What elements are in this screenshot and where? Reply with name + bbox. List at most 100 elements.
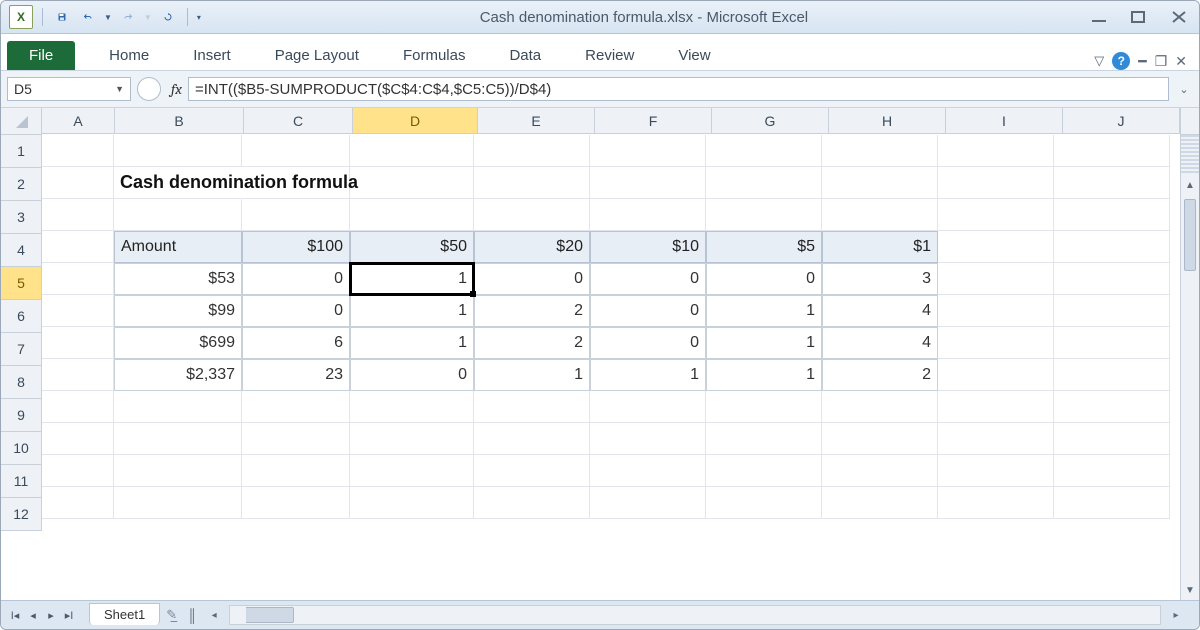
row-header[interactable]: 8 [1,366,42,399]
formula-input[interactable]: =INT(($B5-SUMPRODUCT($C$4:C$4,$C5:C5))/D… [188,77,1169,101]
cell[interactable] [242,135,350,167]
cell[interactable] [42,263,114,295]
hscroll-right-icon[interactable]: ▸ [1169,610,1183,621]
minimize-icon[interactable] [1087,8,1111,26]
column-header[interactable]: F [595,108,712,134]
cell[interactable] [42,391,114,423]
table-header-cell[interactable]: $1 [822,231,938,263]
cell[interactable] [474,487,590,519]
formula-bar-expand-icon[interactable]: ⌄ [1175,83,1193,96]
name-box[interactable]: D5 ▼ [7,77,131,101]
save-icon[interactable] [52,7,72,27]
cell[interactable] [242,455,350,487]
table-header-cell[interactable]: Amount [114,231,242,263]
cell[interactable] [1054,231,1170,263]
vertical-scrollbar[interactable]: ▲ ▼ [1180,108,1199,600]
cell[interactable] [1054,327,1170,359]
cell[interactable] [474,199,590,231]
cell[interactable] [822,487,938,519]
table-header-cell[interactable]: $100 [242,231,350,263]
cell[interactable] [242,391,350,423]
cell[interactable] [1054,391,1170,423]
workbook-restore-icon[interactable]: ❐ [1155,53,1168,70]
row-header[interactable]: 2 [1,168,42,201]
cell[interactable] [114,199,242,231]
cell[interactable] [42,135,114,167]
table-header-cell[interactable]: $10 [590,231,706,263]
cell[interactable] [938,359,1054,391]
select-all-corner[interactable] [1,108,42,135]
cell[interactable] [42,487,114,519]
cell[interactable] [42,199,114,231]
table-cell[interactable]: 0 [242,295,350,327]
tab-page-layout[interactable]: Page Layout [253,41,381,70]
scroll-up-icon[interactable]: ▲ [1181,175,1199,195]
row-header[interactable]: 10 [1,432,42,465]
table-cell[interactable]: 1 [474,359,590,391]
cell[interactable] [1054,423,1170,455]
column-header[interactable]: E [478,108,595,134]
table-cell[interactable]: 6 [242,327,350,359]
hscroll-thumb[interactable] [232,607,294,623]
column-header[interactable]: D [353,108,478,134]
cell[interactable] [242,423,350,455]
cell[interactable] [590,487,706,519]
cell[interactable] [822,455,938,487]
horizontal-scrollbar[interactable] [229,605,1161,625]
sheet-last-icon[interactable]: ▸І [61,606,77,624]
cell[interactable] [114,487,242,519]
table-cell[interactable]: 0 [590,327,706,359]
table-cell[interactable]: 1 [706,359,822,391]
maximize-icon[interactable] [1127,8,1151,26]
cell[interactable] [706,199,822,231]
row-header[interactable]: 6 [1,300,42,333]
cell[interactable] [1054,167,1170,199]
cell[interactable] [42,455,114,487]
cell[interactable] [114,391,242,423]
fill-handle-icon[interactable] [470,291,476,297]
cell[interactable] [938,391,1054,423]
column-header[interactable]: J [1063,108,1180,134]
cell[interactable] [350,199,474,231]
cell[interactable] [938,487,1054,519]
table-cell[interactable]: 1 [350,327,474,359]
scroll-thumb[interactable] [1184,199,1196,271]
table-cell[interactable]: 4 [822,295,938,327]
tab-insert[interactable]: Insert [171,41,253,70]
cell[interactable] [42,167,114,199]
table-cell[interactable]: $53 [114,263,242,295]
cell[interactable] [706,391,822,423]
sheet-next-icon[interactable]: ▸ [43,606,59,624]
table-cell[interactable]: 2 [474,295,590,327]
title-cell[interactable]: Cash denomination formula [114,167,242,199]
tab-view[interactable]: View [656,41,732,70]
selected-cell[interactable]: 1 [350,263,474,295]
cell[interactable] [938,455,1054,487]
cell[interactable] [706,135,822,167]
table-cell[interactable]: 1 [590,359,706,391]
cell[interactable] [1054,263,1170,295]
table-cell[interactable]: 3 [822,263,938,295]
cell[interactable] [42,359,114,391]
table-cell[interactable]: $99 [114,295,242,327]
cell[interactable] [1054,455,1170,487]
file-tab[interactable]: File [7,41,75,70]
cell[interactable] [1054,199,1170,231]
row-header[interactable]: 5 [1,267,42,300]
cell[interactable] [938,199,1054,231]
table-cell[interactable]: $2,337 [114,359,242,391]
cell[interactable] [42,423,114,455]
cell[interactable] [242,487,350,519]
cell[interactable] [822,135,938,167]
cell[interactable] [1054,487,1170,519]
column-header[interactable]: H [829,108,946,134]
row-header[interactable]: 9 [1,399,42,432]
cell[interactable] [938,135,1054,167]
row-header[interactable]: 11 [1,465,42,498]
workbook-minimize-icon[interactable]: ━ [1138,53,1146,70]
cell[interactable] [590,455,706,487]
column-header[interactable]: C [244,108,353,134]
table-header-cell[interactable]: $5 [706,231,822,263]
cell[interactable] [706,455,822,487]
cell[interactable] [938,263,1054,295]
